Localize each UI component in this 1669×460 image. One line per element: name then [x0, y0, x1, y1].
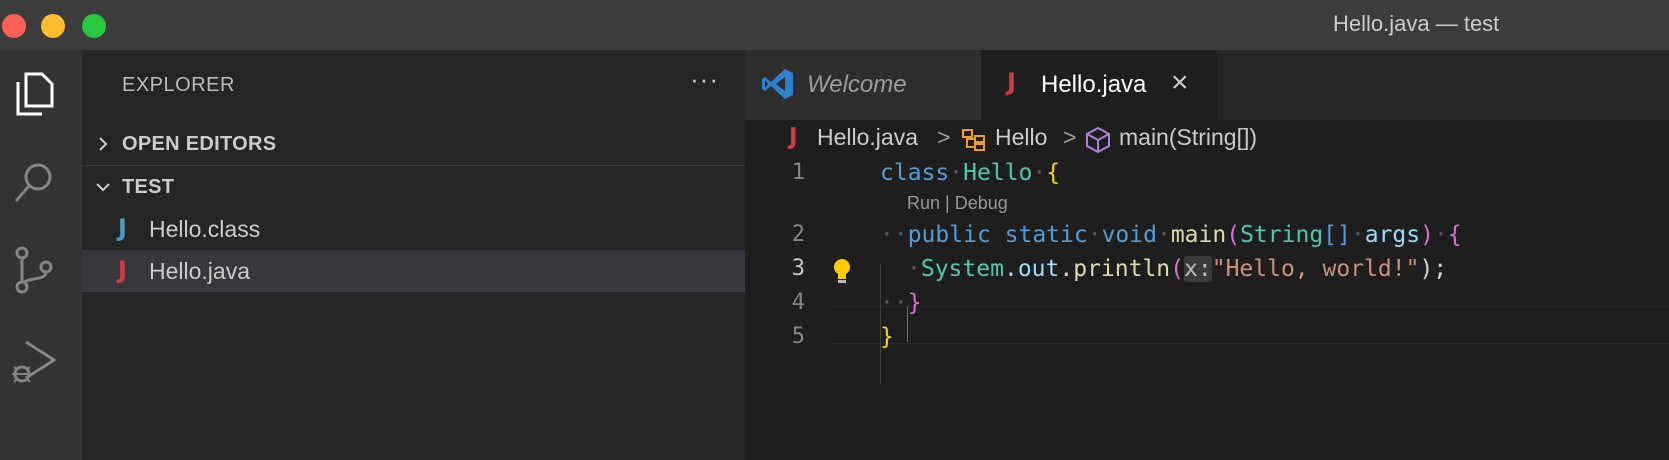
- field-ref: out: [1017, 256, 1060, 282]
- editor-area: Welcome J Hello.java × J Hello.java > He…: [745, 50, 1669, 460]
- file-item-hello-java[interactable]: J Hello.java: [82, 250, 745, 292]
- current-line-highlight: [829, 306, 1669, 344]
- brace: }: [880, 324, 894, 350]
- inlay-hint: x:: [1184, 256, 1212, 282]
- tab-label: Welcome: [807, 71, 907, 98]
- file-name: Hello.java: [149, 258, 250, 284]
- brace: {: [1046, 160, 1061, 186]
- method-name: main: [1170, 222, 1227, 248]
- file-item-hello-class[interactable]: J Hello.class: [82, 208, 745, 250]
- section-label: TEST: [122, 176, 175, 198]
- explorer-sidebar: EXPLORER ··· OPEN EDITORS TEST J Hello.c…: [82, 50, 745, 460]
- param-type: String: [1240, 222, 1324, 248]
- tab-bar: Welcome J Hello.java ×: [745, 50, 1669, 120]
- file-name: Hello.class: [149, 216, 261, 242]
- method-symbol-icon: [1086, 126, 1110, 154]
- minimize-window-button[interactable]: [41, 14, 65, 38]
- codelens-run-debug[interactable]: Run | Debug: [907, 193, 1008, 214]
- modifiers: public static: [907, 222, 1088, 248]
- class-ref: System: [920, 256, 1004, 282]
- run-debug-icon[interactable]: [8, 336, 60, 388]
- section-open-editors[interactable]: OPEN EDITORS: [82, 124, 745, 164]
- breadcrumb-class[interactable]: Hello: [995, 124, 1047, 151]
- breadcrumb: J Hello.java > Hello > main(String[]): [745, 120, 1669, 158]
- search-icon[interactable]: [8, 157, 60, 209]
- breadcrumb-separator: >: [937, 124, 951, 150]
- class-name: Hello: [963, 160, 1033, 186]
- tab-label: Hello.java: [1041, 71, 1147, 98]
- explorer-header: EXPLORER: [122, 74, 235, 96]
- title-bar: Hello.java — test: [0, 0, 1669, 50]
- array-brackets: []: [1323, 222, 1351, 248]
- java-class-file-icon: J: [118, 214, 127, 242]
- code-line-2: ··public static·void·main(String[]·args)…: [880, 222, 1462, 248]
- keyword: class: [880, 160, 950, 186]
- activity-bar: [0, 50, 82, 460]
- line-number: 3: [791, 256, 805, 281]
- java-file-icon: J: [1007, 68, 1016, 96]
- code-line-3: ·System.out.println(x:"Hello, world!");: [907, 256, 1448, 282]
- code-line-5: }: [880, 324, 894, 350]
- close-window-button[interactable]: [2, 14, 26, 38]
- statement-end: );: [1419, 256, 1448, 282]
- explorer-icon[interactable]: [8, 68, 60, 120]
- more-actions-button[interactable]: ···: [690, 64, 719, 95]
- paren: ): [1420, 222, 1434, 248]
- java-file-icon: J: [118, 256, 127, 284]
- line-number: 4: [791, 290, 805, 315]
- method-call: println: [1073, 256, 1171, 282]
- param-name: args: [1364, 222, 1421, 248]
- line-number: 5: [791, 324, 805, 349]
- breadcrumb-file[interactable]: Hello.java: [817, 124, 918, 151]
- brace: {: [1447, 222, 1462, 248]
- class-symbol-icon: [962, 129, 985, 151]
- brace: }: [907, 290, 922, 316]
- source-control-icon[interactable]: [8, 245, 60, 297]
- code-line-1: class·Hello·{: [880, 160, 1061, 186]
- breadcrumb-separator: >: [1063, 124, 1077, 150]
- lightbulb-icon[interactable]: [831, 257, 853, 285]
- breadcrumb-method[interactable]: main(String[]): [1119, 124, 1257, 151]
- java-file-icon: J: [789, 124, 798, 150]
- zoom-window-button[interactable]: [82, 14, 106, 38]
- return-type: void: [1101, 222, 1157, 248]
- line-number: 1: [791, 160, 805, 185]
- paren: (: [1226, 222, 1241, 248]
- section-label: OPEN EDITORS: [122, 133, 277, 155]
- line-number: 2: [791, 222, 805, 247]
- close-tab-icon[interactable]: ×: [1171, 66, 1189, 100]
- code-line-4: ··}: [880, 290, 922, 316]
- section-test[interactable]: TEST: [82, 167, 745, 207]
- string-literal: "Hello, world!": [1211, 256, 1420, 282]
- chevron-right-icon: [99, 137, 108, 151]
- chevron-down-icon: [96, 183, 110, 192]
- tab-welcome[interactable]: Welcome: [745, 50, 981, 120]
- section-divider: [82, 165, 745, 166]
- window-title: Hello.java — test: [1333, 11, 1500, 36]
- vscode-logo-icon: [762, 69, 793, 99]
- code-editor[interactable]: 1 2 3 4 5 class·Hello·{ Run | Debug ··pu…: [745, 160, 1669, 460]
- tab-hello-java[interactable]: J Hello.java ×: [981, 50, 1217, 120]
